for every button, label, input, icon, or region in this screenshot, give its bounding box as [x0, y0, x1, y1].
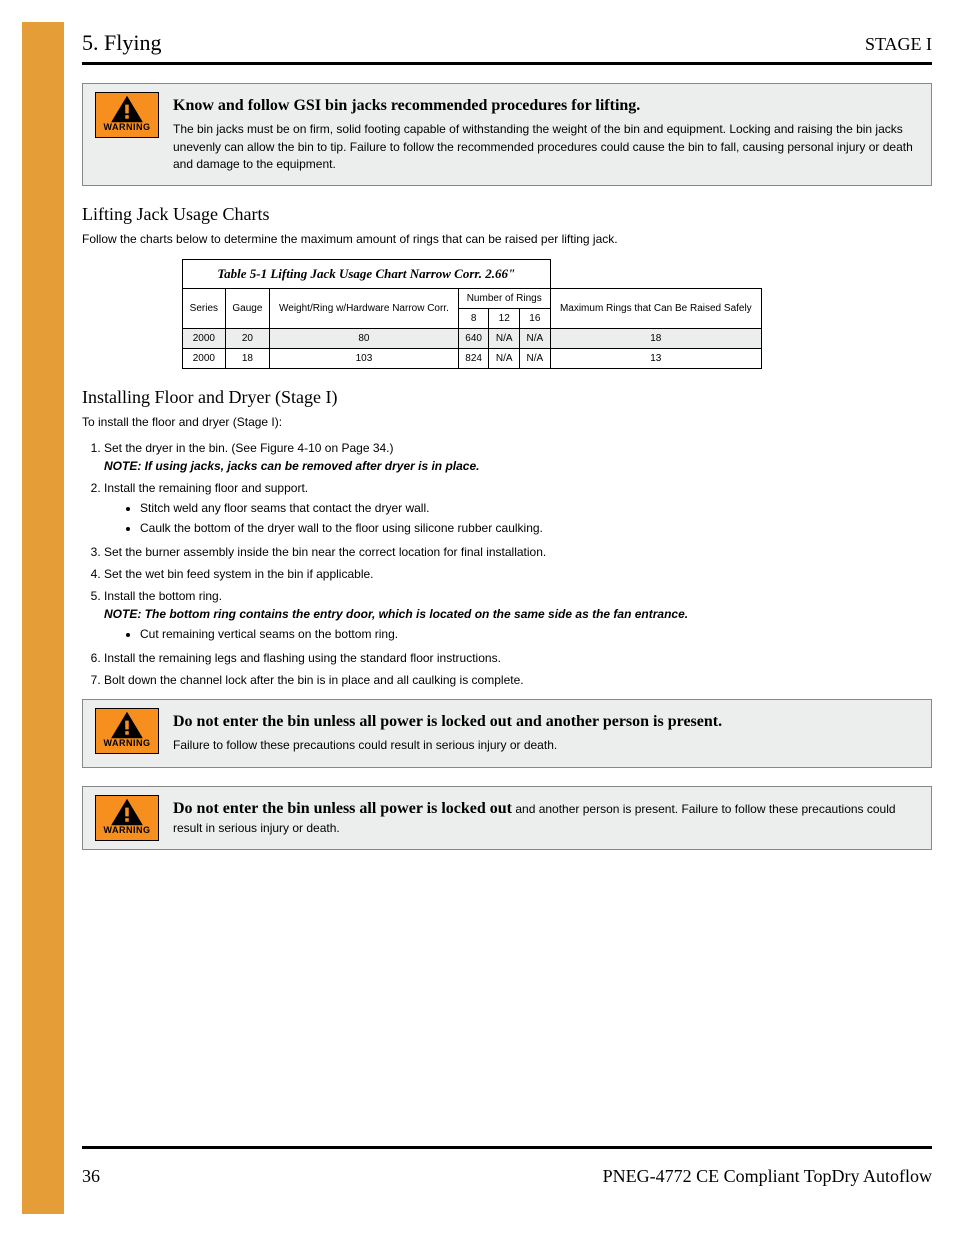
warning3-caption: Do not enter the bin unless all power is… — [173, 800, 512, 817]
warning2-caption: Do not enter the bin unless all power is… — [173, 710, 917, 733]
col-numrings: Number of Rings — [458, 288, 550, 308]
col-weight: Weight/Ring w/Hardware Narrow Corr. — [270, 288, 459, 328]
warning2-body: Failure to follow these precautions coul… — [173, 737, 917, 754]
list-item: Install the bottom ring. NOTE: The botto… — [104, 587, 932, 643]
list-item: Install the remaining floor and support.… — [104, 479, 932, 537]
section-heading: 5. Flying — [82, 30, 932, 56]
lifting-para: Follow the charts below to determine the… — [82, 231, 932, 248]
header-rule — [82, 62, 932, 65]
floor-heading: Installing Floor and Dryer (Stage I) — [82, 387, 932, 408]
warning-icon: WARNING — [95, 708, 159, 754]
warning-triangle-icon — [107, 797, 147, 827]
page-content: 5. Flying STAGE I WARNING Know and follo… — [82, 22, 932, 868]
floor-intro: To install the floor and dryer (Stage I)… — [82, 414, 932, 431]
lifting-jack-table: Table 5-1 Lifting Jack Usage Chart Narro… — [182, 259, 762, 369]
floor-steps: Set the dryer in the bin. (See Figure 4-… — [82, 439, 932, 689]
list-item: Install the remaining legs and flashing … — [104, 649, 932, 667]
col-series: Series — [183, 288, 226, 328]
subcol-16: 16 — [520, 308, 551, 328]
vertical-accent-bar — [22, 22, 64, 1214]
doc-title: PNEG-4772 CE Compliant TopDry Autoflow — [603, 1166, 932, 1187]
page-number: 36 — [82, 1166, 100, 1187]
warning-callout-1: WARNING Know and follow GSI bin jacks re… — [82, 83, 932, 186]
page-footer: 36 PNEG-4772 CE Compliant TopDry Autoflo… — [82, 1166, 932, 1187]
warning-triangle-icon — [107, 710, 147, 740]
lifting-heading: Lifting Jack Usage Charts — [82, 204, 932, 225]
list-item: Set the dryer in the bin. (See Figure 4-… — [104, 439, 932, 475]
list-item: Set the wet bin feed system in the bin i… — [104, 565, 932, 583]
section-number: 5. — [82, 30, 99, 55]
warning-callout-2: WARNING Do not enter the bin unless all … — [82, 699, 932, 768]
warning-label: WARNING — [104, 825, 151, 835]
table-title: Table 5-1 Lifting Jack Usage Chart Narro… — [183, 259, 551, 288]
footer-rule — [82, 1146, 932, 1149]
stage-label: STAGE I — [865, 34, 932, 55]
warning1-body: The bin jacks must be on firm, solid foo… — [173, 121, 917, 173]
list-item: Set the burner assembly inside the bin n… — [104, 543, 932, 561]
col-gauge: Gauge — [225, 288, 269, 328]
warning-label: WARNING — [104, 122, 151, 132]
subcol-12: 12 — [489, 308, 520, 328]
warning-callout-3: WARNING Do not enter the bin unless all … — [82, 786, 932, 851]
warning-triangle-icon — [107, 94, 147, 124]
table-row: 2000 18 103 824 N/A N/A 13 — [183, 348, 762, 368]
warning-icon: WARNING — [95, 795, 159, 841]
subcol-8: 8 — [458, 308, 489, 328]
warning1-caption: Know and follow GSI bin jacks recommende… — [173, 94, 917, 117]
col-max: Maximum Rings that Can Be Raised Safely — [550, 288, 761, 328]
section-title: Flying — [104, 30, 161, 55]
warning-icon: WARNING — [95, 92, 159, 138]
warning-label: WARNING — [104, 738, 151, 748]
lifting-table-wrap: Table 5-1 Lifting Jack Usage Chart Narro… — [182, 259, 932, 369]
table-row: 2000 20 80 640 N/A N/A 18 — [183, 328, 762, 348]
list-item: Bolt down the channel lock after the bin… — [104, 671, 932, 689]
